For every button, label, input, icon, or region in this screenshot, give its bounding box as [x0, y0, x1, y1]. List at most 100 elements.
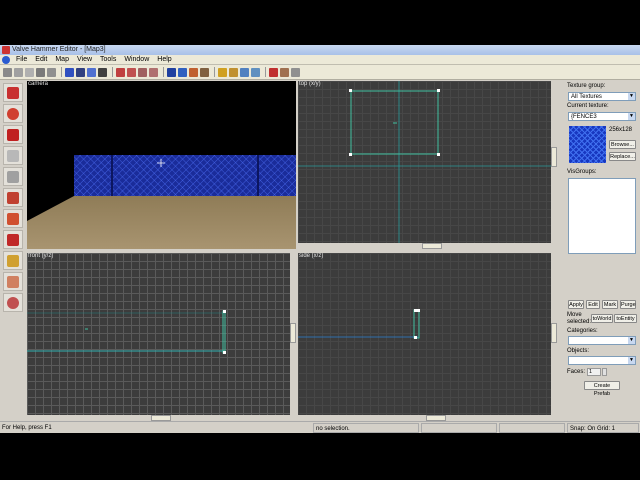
selected-brush-outline[interactable] [222, 310, 226, 354]
scroll-thumb[interactable] [551, 323, 557, 343]
status-bar: For Help, press F1 no selection. Snap: O… [0, 421, 640, 433]
create-prefab-button[interactable]: Create Prefab [584, 381, 620, 397]
block-tool[interactable] [3, 167, 23, 186]
visgroups-label: VisGroups: [567, 169, 597, 175]
top-view-vscroll[interactable] [551, 81, 557, 243]
vertex-manipulation-tool[interactable] [3, 272, 23, 291]
window-title: Valve Hammer Editor - [Map3] [12, 46, 106, 53]
front-viewport[interactable]: front (y/z) [27, 253, 296, 421]
hollow-icon[interactable] [127, 67, 136, 77]
top-viewport[interactable]: top (x/y) [298, 81, 557, 249]
clipping-tool[interactable] [3, 251, 23, 270]
menu-help[interactable]: Help [153, 55, 175, 64]
mark-button[interactable]: Mark [602, 300, 618, 309]
toolbar-separator [61, 67, 62, 77]
top-view-drawing [298, 81, 557, 243]
visgroups-list[interactable] [568, 178, 636, 254]
toolbar-separator [214, 67, 215, 77]
status-selection: no selection. [313, 423, 419, 433]
decal-tool[interactable] [3, 230, 23, 249]
to-world-button[interactable]: toWorld [591, 314, 613, 323]
menu-edit[interactable]: Edit [31, 55, 51, 64]
camera-icon [7, 128, 19, 141]
3d-grid-icon[interactable] [36, 67, 45, 77]
menu-tools[interactable]: Tools [96, 55, 120, 64]
faces-input[interactable]: 1 [587, 368, 601, 376]
compile-icon[interactable] [269, 67, 278, 77]
ungroup-icon[interactable] [149, 67, 158, 77]
status-snap: Snap: On Grid: 1 [567, 423, 639, 433]
group-icon[interactable] [138, 67, 147, 77]
carve-icon[interactable] [116, 67, 125, 77]
purge-button[interactable]: Purge [620, 300, 636, 309]
textured-icon[interactable] [87, 67, 96, 77]
objects-label: Objects: [567, 348, 590, 354]
texture-group-select[interactable]: All Textures ▼ [568, 92, 636, 101]
selection-tool[interactable] [3, 83, 23, 102]
tie-to-entity-icon[interactable] [167, 67, 176, 77]
menu-file[interactable]: File [12, 55, 31, 64]
current-texture-label: Current texture: [567, 103, 609, 109]
document-icon[interactable] [2, 56, 10, 64]
camera-viewport[interactable]: camera [27, 81, 296, 249]
move-to-world-icon[interactable] [178, 67, 187, 77]
clip-icon [7, 254, 19, 267]
menu-view[interactable]: View [73, 55, 96, 64]
camera-tool[interactable] [3, 125, 23, 144]
front-view-vscroll[interactable] [290, 253, 296, 415]
texture-preview [569, 126, 606, 163]
scroll-thumb[interactable] [551, 147, 557, 167]
selected-label: selected: [567, 319, 592, 325]
center-views-icon[interactable] [251, 67, 260, 77]
status-coords [421, 423, 497, 433]
scroll-thumb[interactable] [290, 323, 296, 343]
lightmap-icon[interactable] [98, 67, 107, 77]
path-tool[interactable] [3, 293, 23, 312]
apply-texture-icon [7, 212, 19, 225]
viewport-label: top (x/y) [299, 81, 321, 87]
tool-palette [0, 81, 26, 421]
apply-button[interactable]: Apply [568, 300, 584, 309]
current-texture-select[interactable]: {FENCE3 ▼ [568, 112, 636, 121]
menu-map[interactable]: Map [51, 55, 73, 64]
texture-application-tool[interactable] [3, 188, 23, 207]
vertex-icon [7, 275, 19, 288]
hide-items-icon[interactable] [218, 67, 227, 77]
current-texture-value: {FENCE3 [571, 114, 597, 120]
selected-brush-outline[interactable] [413, 309, 420, 339]
flip-icon[interactable] [280, 67, 289, 77]
categories-select[interactable]: ▼ [568, 336, 636, 345]
scroll-thumb[interactable] [422, 243, 442, 249]
apply-current-texture-tool[interactable] [3, 209, 23, 228]
side-viewport[interactable]: side (x/z) [298, 253, 557, 421]
replace-button[interactable]: Replace... [609, 152, 636, 161]
cursor-icon[interactable] [291, 67, 300, 77]
browse-button[interactable]: Browse... [609, 140, 636, 149]
magnify-tool[interactable] [3, 104, 23, 123]
edit-button[interactable]: Edit [586, 300, 600, 309]
menu-window[interactable]: Window [120, 55, 153, 64]
objects-select[interactable]: ▼ [568, 356, 636, 365]
toolbar-separator [265, 67, 266, 77]
faces-stepper[interactable] [602, 368, 607, 376]
to-entity-button[interactable]: toEntity [614, 314, 637, 323]
grid-smaller-icon[interactable] [14, 67, 23, 77]
decal-icon [7, 233, 19, 246]
show-all-icon[interactable] [229, 67, 238, 77]
flat-shaded-icon[interactable] [76, 67, 85, 77]
snap-icon[interactable] [47, 67, 56, 77]
entity-tool[interactable] [3, 146, 23, 165]
zoom-icon[interactable] [240, 67, 249, 77]
side-view-vscroll[interactable] [551, 253, 557, 415]
run-map-icon[interactable] [189, 67, 198, 77]
chevron-down-icon: ▼ [628, 337, 635, 344]
texture-lock-icon[interactable] [200, 67, 209, 77]
top-view-hscroll[interactable] [298, 243, 557, 249]
grid-larger-icon[interactable] [25, 67, 34, 77]
texture-group-label: Texture group: [567, 83, 606, 89]
grid-icon[interactable] [3, 67, 12, 77]
wireframe-icon[interactable] [65, 67, 74, 77]
chevron-down-icon: ▼ [628, 93, 635, 100]
fence-wall [74, 155, 296, 196]
viewport-label: side (x/z) [299, 253, 324, 259]
